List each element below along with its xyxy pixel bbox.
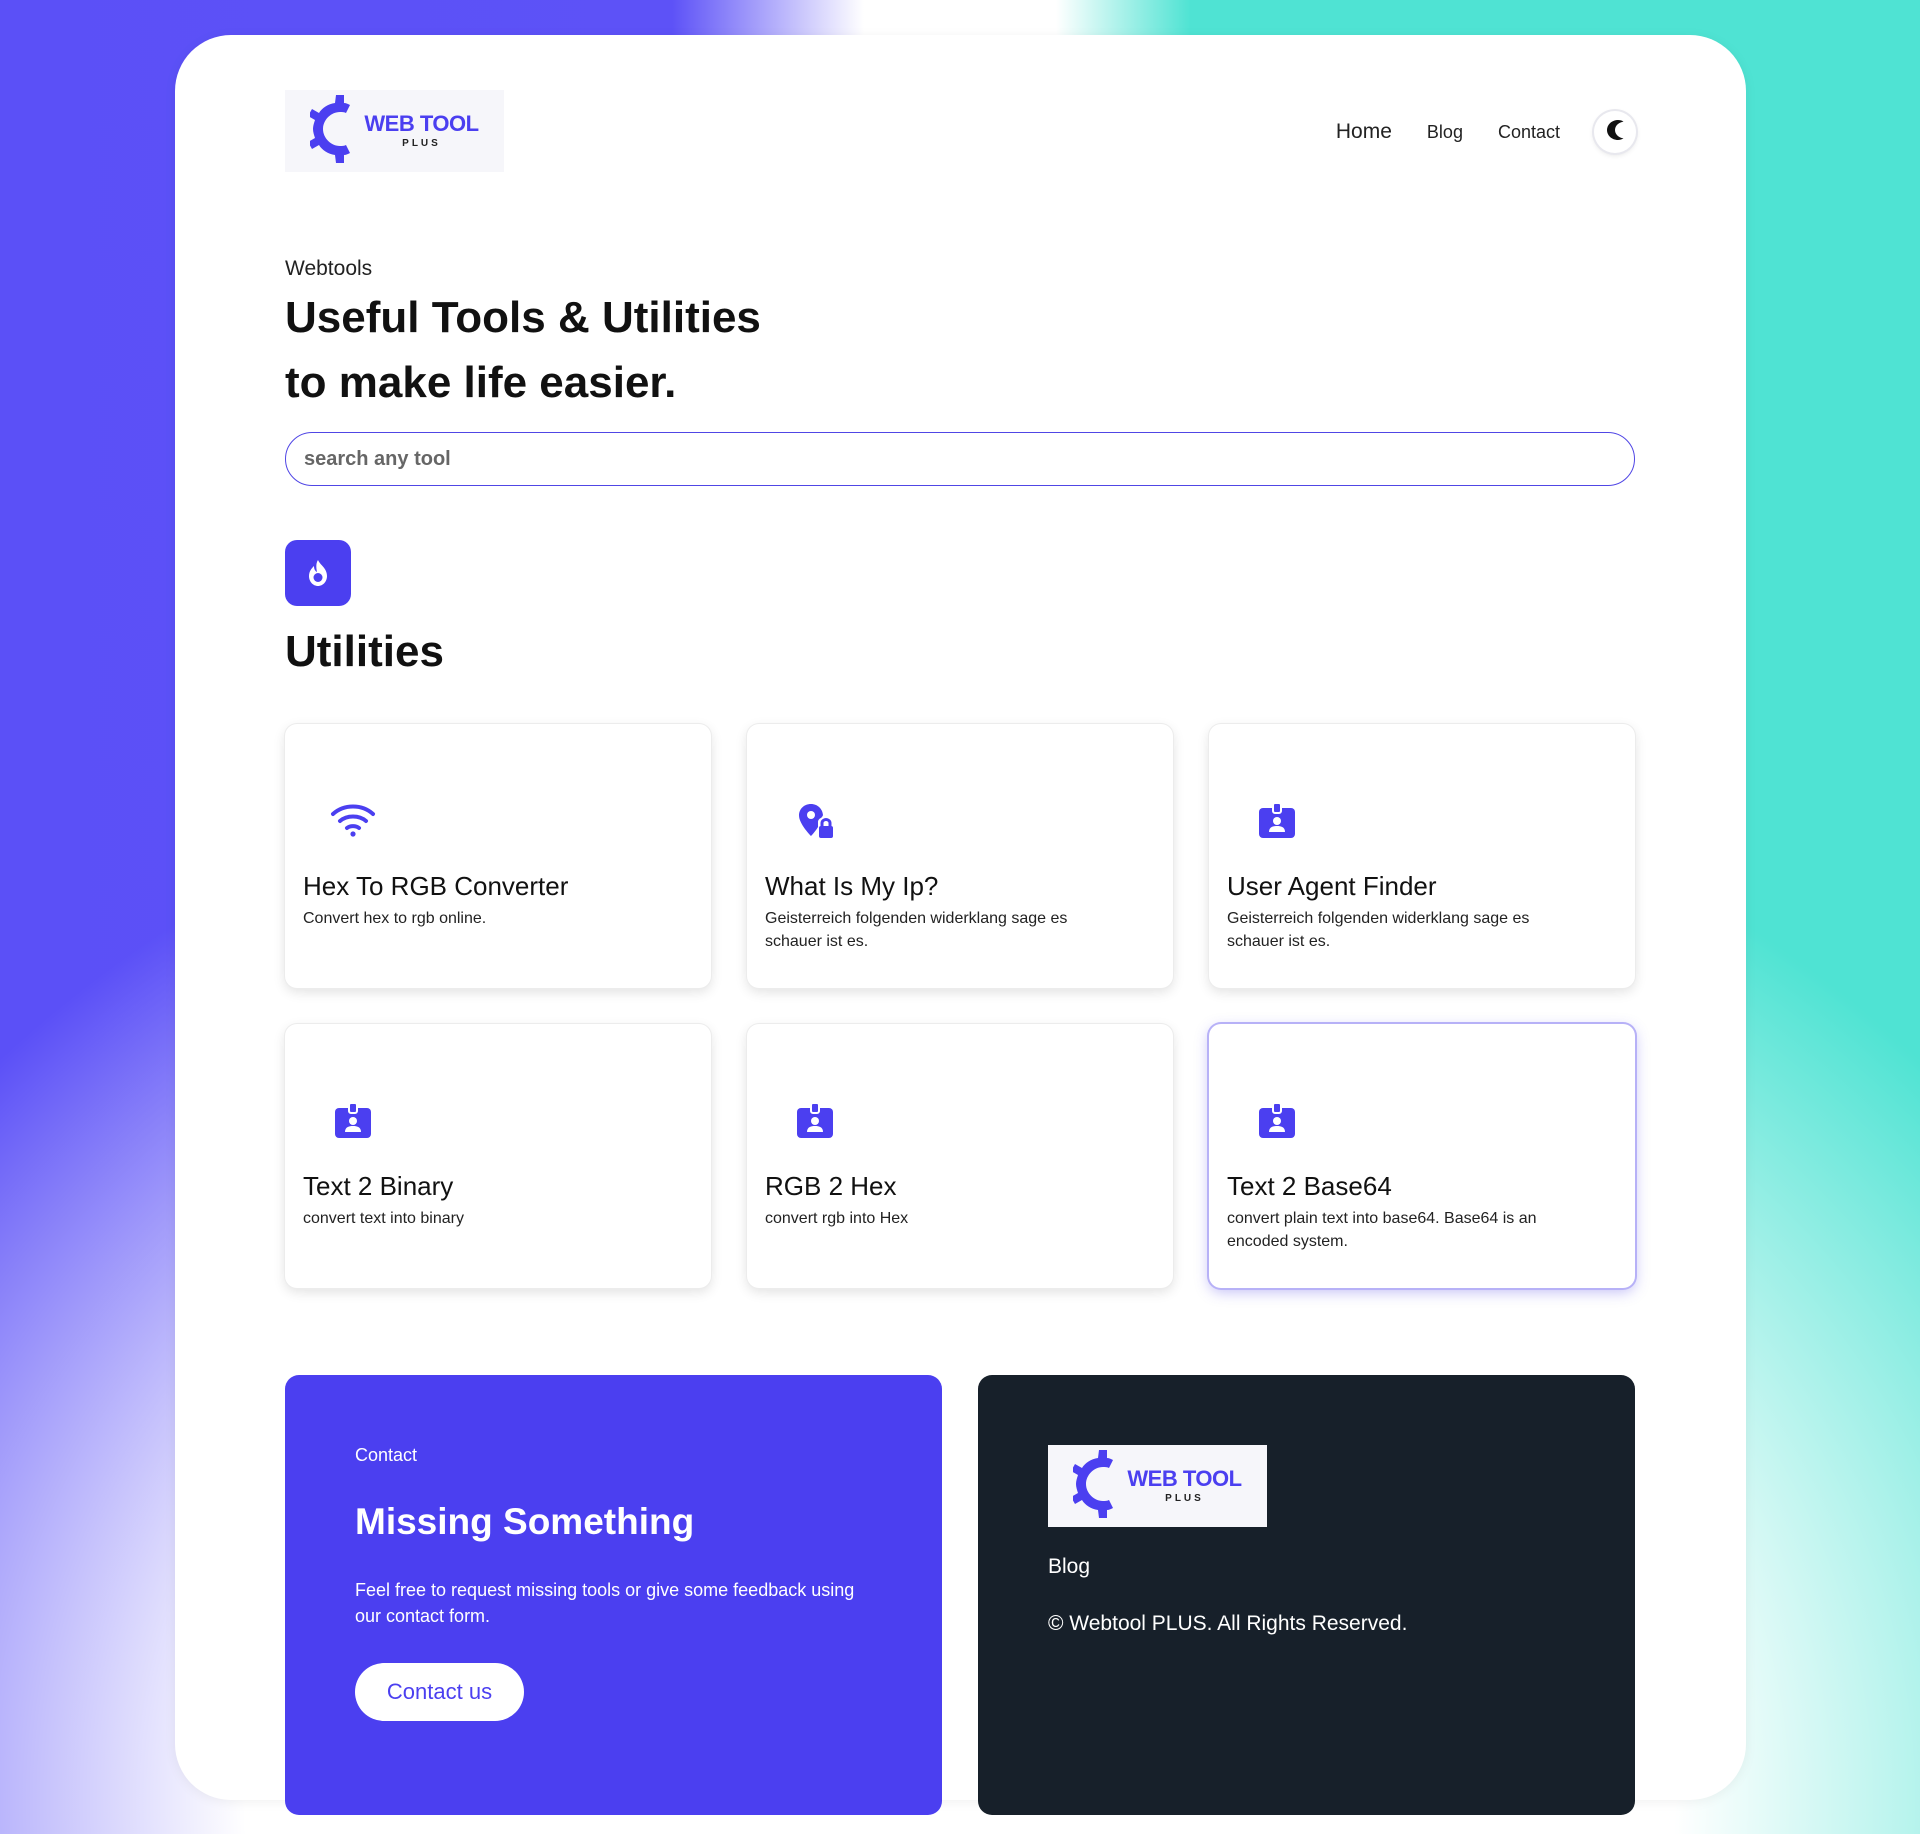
wifi-icon xyxy=(329,798,377,846)
site-logo[interactable]: WEB TOOL PLUS xyxy=(285,90,504,172)
tool-title: RGB 2 Hex xyxy=(765,1171,897,1201)
gear-icon xyxy=(1071,1449,1123,1523)
contact-title: Missing Something xyxy=(355,1501,695,1542)
logo-wordmark: WEB TOOL xyxy=(1127,1466,1242,1491)
tool-title: Hex To RGB Converter xyxy=(303,871,569,901)
contact-us-button[interactable]: Contact us xyxy=(355,1663,524,1721)
tool-card[interactable]: What Is My Ip? Geisterreich folgenden wi… xyxy=(747,724,1173,988)
moon-icon xyxy=(1603,118,1627,147)
tool-card[interactable]: RGB 2 Hex convert rgb into Hex xyxy=(747,1024,1173,1288)
fire-icon xyxy=(285,540,351,606)
tool-title: Text 2 Base64 xyxy=(1227,1171,1392,1201)
tool-description: Geisterreich folgenden widerklang sage e… xyxy=(1227,910,1530,950)
tool-card[interactable]: Hex To RGB Converter Convert hex to rgb … xyxy=(285,724,711,988)
page-container: WEB TOOL PLUS Home Blog Contact Webtools… xyxy=(175,35,1746,1815)
contact-kicker: Contact xyxy=(355,1445,418,1465)
footer-panel: WEB TOOL PLUS Blog © Webtool PLUS. All R… xyxy=(978,1375,1635,1815)
tool-title: User Agent Finder xyxy=(1227,871,1437,901)
search-input[interactable] xyxy=(285,432,1635,486)
contact-text: Feel free to request missing tools or gi… xyxy=(355,1580,855,1626)
tool-title: Text 2 Binary xyxy=(303,1171,454,1201)
theme-toggle-button[interactable] xyxy=(1594,111,1636,153)
id-badge-icon xyxy=(791,1098,839,1146)
nav-contact-link[interactable]: Contact xyxy=(1498,122,1560,143)
tool-description: Geisterreich folgenden widerklang sage e… xyxy=(765,910,1068,950)
location-lock-icon xyxy=(791,798,839,846)
tool-description: convert text into binary xyxy=(303,1210,464,1227)
tool-description: convert plain text into base64. Base64 i… xyxy=(1227,1210,1537,1250)
tool-description: convert rgb into Hex xyxy=(765,1210,909,1227)
id-badge-icon xyxy=(329,1098,377,1146)
footer-copyright: © Webtool PLUS. All Rights Reserved. xyxy=(1048,1612,1408,1635)
logo-subtext: PLUS xyxy=(1165,1493,1204,1504)
nav-home-link[interactable]: Home xyxy=(1336,120,1392,144)
nav-blog-link[interactable]: Blog xyxy=(1427,122,1463,143)
tool-card[interactable]: Text 2 Binary convert text into binary xyxy=(285,1024,711,1288)
hero-title-line2: to make life easier. xyxy=(285,358,677,407)
contact-panel: Contact Missing Something Feel free to r… xyxy=(285,1375,942,1815)
main-nav: Home Blog Contact xyxy=(1336,111,1636,153)
tool-description: Convert hex to rgb online. xyxy=(303,910,487,927)
id-badge-icon xyxy=(1253,1098,1301,1146)
logo-wordmark: WEB TOOL xyxy=(364,111,479,136)
footer-logo[interactable]: WEB TOOL PLUS xyxy=(1048,1445,1267,1527)
tool-card[interactable]: Text 2 Base64 convert plain text into ba… xyxy=(1209,1024,1635,1288)
tool-card[interactable]: User Agent Finder Geisterreich folgenden… xyxy=(1209,724,1635,988)
logo-subtext: PLUS xyxy=(402,138,441,149)
footer-blog-link[interactable]: Blog xyxy=(1048,1555,1090,1579)
hero-eyebrow: Webtools xyxy=(285,257,373,280)
gear-icon xyxy=(308,94,360,168)
hero-title: Useful Tools & Utilities to make life ea… xyxy=(285,285,761,415)
tool-title: What Is My Ip? xyxy=(765,871,939,901)
id-badge-icon xyxy=(1253,798,1301,846)
hero-title-line1: Useful Tools & Utilities xyxy=(285,293,761,342)
section-title: Utilities xyxy=(285,627,444,676)
